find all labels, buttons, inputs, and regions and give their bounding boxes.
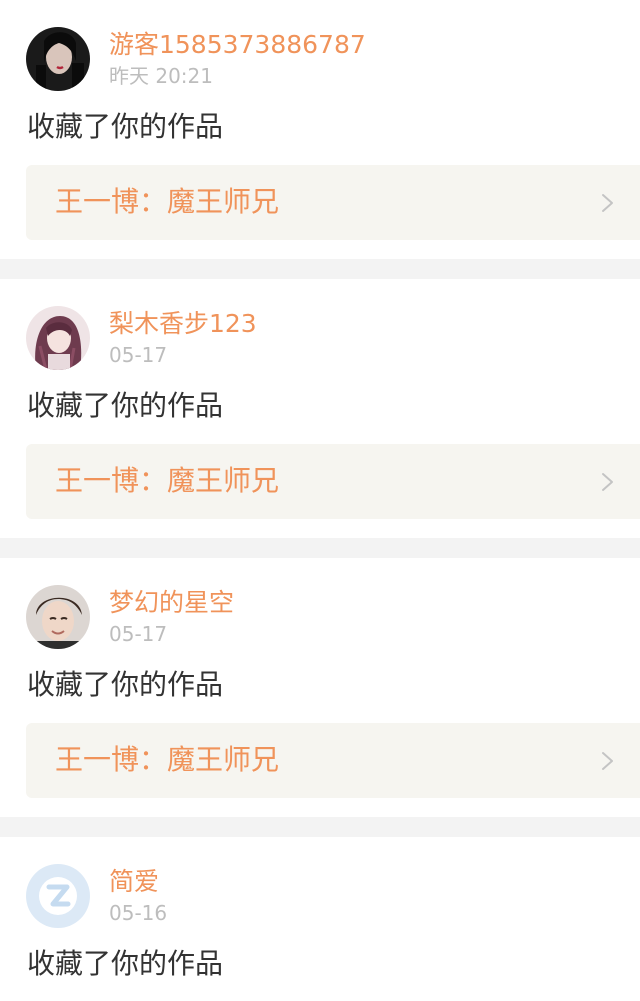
action-text: 收藏了你的作品 — [27, 668, 224, 701]
chevron-right-icon — [602, 752, 613, 770]
chevron-right-icon — [602, 194, 613, 212]
work-title: 王一博：魔王师兄 — [55, 464, 280, 497]
work-link[interactable]: 王一博：魔王师兄 — [26, 165, 640, 240]
timestamp: 05-17 — [109, 343, 168, 367]
user-avatar-anime-icon — [26, 306, 90, 370]
avatar[interactable] — [26, 864, 90, 928]
user-avatar-photo-icon — [26, 585, 90, 649]
username[interactable]: 梨木香步123 — [109, 309, 257, 339]
action-text: 收藏了你的作品 — [27, 947, 224, 980]
action-text: 收藏了你的作品 — [27, 110, 224, 143]
username[interactable]: 游客1585373886787 — [109, 30, 366, 60]
work-link[interactable]: 王一博：魔王师兄 — [26, 723, 640, 798]
work-title: 王一博：魔王师兄 — [55, 743, 280, 776]
avatar[interactable] — [26, 306, 90, 370]
notification-card: 游客1585373886787 昨天 20:21 收藏了你的作品 王一博：魔王师… — [0, 0, 640, 259]
timestamp: 05-16 — [109, 901, 168, 925]
avatar[interactable] — [26, 27, 90, 91]
notification-card: 简爱 05-16 收藏了你的作品 — [0, 837, 640, 1001]
user-avatar-photo-icon — [26, 27, 90, 91]
username[interactable]: 梦幻的星空 — [109, 588, 234, 618]
work-title: 王一博：魔王师兄 — [55, 185, 280, 218]
chevron-right-icon — [602, 473, 613, 491]
notification-feed: 游客1585373886787 昨天 20:21 收藏了你的作品 王一博：魔王师… — [0, 0, 640, 1001]
timestamp: 05-17 — [109, 622, 168, 646]
work-link[interactable]: 王一博：魔王师兄 — [26, 444, 640, 519]
timestamp: 昨天 20:21 — [109, 64, 213, 88]
username[interactable]: 简爱 — [109, 867, 159, 897]
default-avatar-icon — [26, 864, 90, 928]
notification-card: 梦幻的星空 05-17 收藏了你的作品 王一博：魔王师兄 — [0, 558, 640, 817]
action-text: 收藏了你的作品 — [27, 389, 224, 422]
notification-card: 梨木香步123 05-17 收藏了你的作品 王一博：魔王师兄 — [0, 279, 640, 538]
avatar[interactable] — [26, 585, 90, 649]
